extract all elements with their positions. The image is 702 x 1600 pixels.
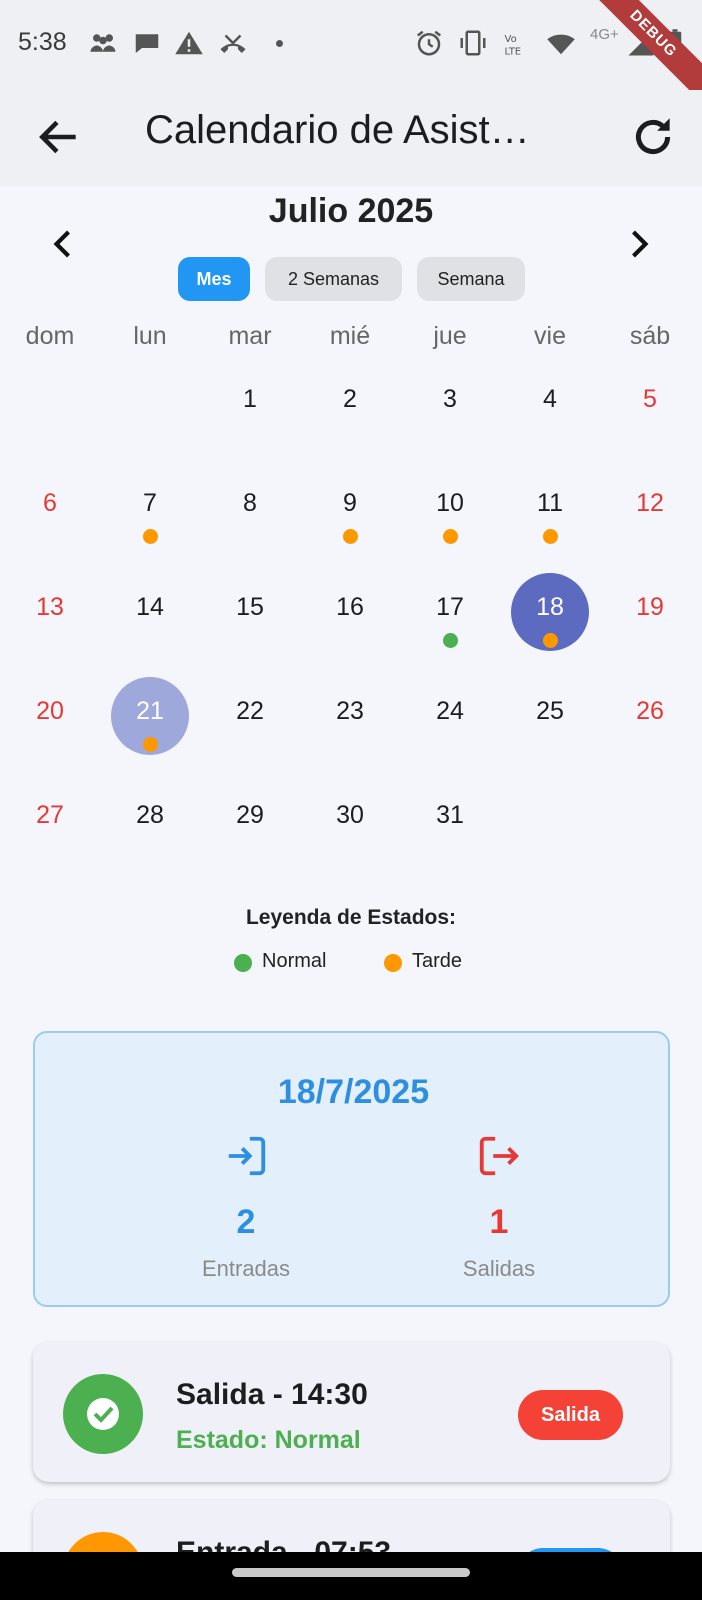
network-type: 4G+ <box>590 26 619 43</box>
attendance-marker-dot <box>542 633 558 648</box>
refresh-button[interactable] <box>628 112 678 162</box>
weekday-label: jue <box>433 322 467 350</box>
page-title: Calendario de Asist… <box>145 108 530 152</box>
logout-icon <box>479 1136 519 1176</box>
warning-icon <box>175 31 203 55</box>
svg-text:Vo: Vo <box>505 34 517 45</box>
calendar-day[interactable]: 13 <box>0 593 100 622</box>
record-card[interactable]: Salida - 14:30 Estado: Normal Salida <box>33 1342 670 1482</box>
attendance-marker-dot <box>442 529 458 544</box>
attendance-marker-dot <box>442 633 458 648</box>
calendar-day[interactable]: 11 <box>500 489 600 518</box>
calendar-day[interactable]: 21 <box>100 697 200 726</box>
calendar-day[interactable]: 4 <box>500 385 600 414</box>
record-type-badge: Salida <box>518 1390 623 1440</box>
alarm-icon <box>417 30 441 56</box>
legend-normal-label: Normal <box>262 950 327 972</box>
weekday-label: vie <box>534 322 566 350</box>
calendar-day[interactable]: 14 <box>100 593 200 622</box>
attendance-marker-dot <box>542 529 558 544</box>
calendar-day[interactable]: 8 <box>200 489 300 518</box>
calendar-day[interactable]: 30 <box>300 801 400 830</box>
previous-month-button[interactable] <box>46 226 82 262</box>
login-icon <box>228 1136 266 1176</box>
record-title: Salida - 14:30 <box>176 1378 368 1411</box>
entradas-label: Entradas <box>201 1256 291 1281</box>
day-summary-card: 18/7/2025 2 Entradas 1 Salidas <box>33 1031 670 1307</box>
home-gesture-handle[interactable] <box>232 1568 470 1577</box>
attendance-marker-dot <box>342 529 358 544</box>
calendar-day[interactable]: 31 <box>400 801 500 830</box>
record-status-avatar <box>63 1374 143 1454</box>
status-bar: 5:38 Vo LTE 4G+ DEBUG <box>0 0 702 112</box>
entradas-summary: 2 Entradas <box>146 1133 346 1282</box>
status-time: 5:38 <box>18 28 67 56</box>
calendar-day[interactable]: 29 <box>200 801 300 830</box>
vibrate-icon <box>460 30 486 56</box>
svg-text:LTE: LTE <box>505 46 522 57</box>
salidas-count: 1 <box>489 1203 509 1241</box>
format-month-button[interactable]: Mes <box>178 257 250 301</box>
calendar-day[interactable]: 22 <box>200 697 300 726</box>
people-icon <box>90 34 116 52</box>
next-month-button[interactable] <box>620 226 656 262</box>
calendar-day[interactable]: 1 <box>200 385 300 414</box>
weekday-label: mar <box>228 322 272 350</box>
calendar-day[interactable]: 9 <box>300 489 400 518</box>
calendar-day[interactable]: 23 <box>300 697 400 726</box>
calendar-day[interactable]: 2 <box>300 385 400 414</box>
system-navigation-bar <box>0 1552 702 1600</box>
format-two-weeks-button[interactable]: 2 Semanas <box>265 257 402 301</box>
calendar-day[interactable]: 3 <box>400 385 500 414</box>
calendar-day[interactable]: 6 <box>0 489 100 518</box>
check-circle-icon <box>87 1398 119 1430</box>
calendar-day[interactable]: 10 <box>400 489 500 518</box>
calendar-day[interactable]: 27 <box>0 801 100 830</box>
legend-tarde-label: Tarde <box>412 950 463 972</box>
app-bar: Calendario de Asist… <box>0 90 702 186</box>
calendar-day[interactable]: 28 <box>100 801 200 830</box>
calendar-day[interactable]: 25 <box>500 697 600 726</box>
record-status: Estado: Normal <box>176 1426 361 1454</box>
notification-dot <box>276 40 283 47</box>
weekday-label: lun <box>133 322 167 350</box>
summary-date: 18/7/2025 <box>277 1073 430 1111</box>
attendance-marker-dot <box>142 529 158 544</box>
weekday-label: sáb <box>629 322 671 350</box>
legend-normal-dot <box>234 954 252 972</box>
calendar-day[interactable]: 24 <box>400 697 500 726</box>
calendar-day[interactable]: 19 <box>600 593 700 622</box>
format-week-button[interactable]: Semana <box>417 257 525 301</box>
weekday-label: mié <box>329 322 371 350</box>
calendar-day[interactable]: 5 <box>600 385 700 414</box>
calendar-day[interactable]: 26 <box>600 697 700 726</box>
back-button[interactable] <box>34 112 84 162</box>
calendar-day[interactable]: 17 <box>400 593 500 622</box>
legend-title: Leyenda de Estados: <box>245 906 457 929</box>
legend-tarde-dot <box>384 954 402 972</box>
wifi-icon <box>547 34 575 55</box>
calendar-day[interactable]: 18 <box>500 593 600 622</box>
entradas-count: 2 <box>236 1203 256 1241</box>
calendar-day[interactable]: 12 <box>600 489 700 518</box>
chat-icon <box>135 34 159 53</box>
attendance-marker-dot <box>142 737 158 752</box>
calendar-day[interactable]: 7 <box>100 489 200 518</box>
salidas-summary: 1 Salidas <box>399 1133 599 1282</box>
calendar-day[interactable]: 15 <box>200 593 300 622</box>
volte-icon: VoLTE <box>505 34 522 58</box>
missed-call-icon <box>220 34 246 53</box>
weekday-label: dom <box>25 322 75 350</box>
calendar-day[interactable]: 20 <box>0 697 100 726</box>
salidas-label: Salidas <box>462 1256 536 1281</box>
month-title: Julio 2025 <box>268 192 434 230</box>
calendar-day[interactable]: 16 <box>300 593 400 622</box>
